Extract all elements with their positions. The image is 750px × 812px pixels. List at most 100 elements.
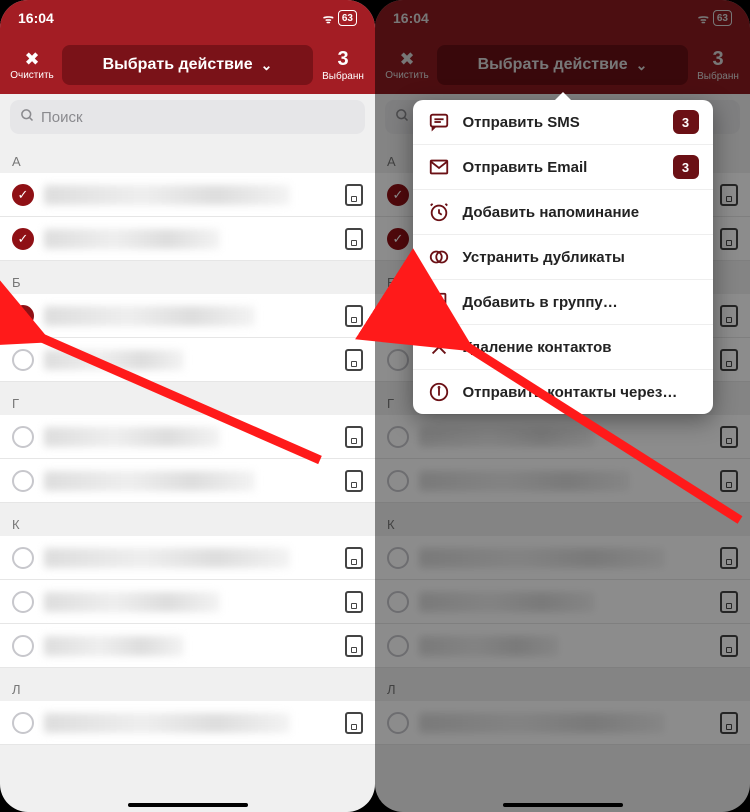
selected-label: Выбранн [322,71,364,82]
popup-item-label: Отправить контакты через… [463,384,699,401]
select-checkbox[interactable] [387,591,409,613]
phone-icon [720,635,738,657]
select-checkbox[interactable] [387,349,409,371]
selected-count-button[interactable]: 3 Выбранн [319,49,367,82]
phone-icon [720,591,738,613]
select-checkbox[interactable] [12,635,34,657]
phone-icon [345,712,363,734]
phone-icon [345,470,363,492]
select-checkbox[interactable] [12,470,34,492]
select-checkbox[interactable]: ✓ [387,228,409,250]
contact-name-blurred [419,592,595,612]
action-label: Выбрать действие [478,56,628,74]
select-checkbox[interactable]: ✓ [12,305,34,327]
contact-row[interactable] [0,701,375,745]
contact-row[interactable]: ✓ [0,294,375,338]
action-label: Выбрать действие [103,56,253,74]
phone-icon [345,547,363,569]
contact-row[interactable] [0,580,375,624]
contact-row[interactable] [375,459,750,503]
choose-action-button[interactable]: Выбрать действие ⌄ [437,45,688,85]
select-checkbox[interactable]: ✓ [387,305,409,327]
contact-name-blurred [419,471,630,491]
group-icon [427,290,451,314]
select-checkbox[interactable] [12,349,34,371]
contact-name-blurred [44,713,290,733]
contact-name-blurred [44,548,290,568]
select-checkbox[interactable] [387,470,409,492]
select-checkbox[interactable] [387,547,409,569]
contact-row[interactable] [375,580,750,624]
contact-row[interactable] [375,536,750,580]
popup-item-share[interactable]: Отправить контакты через… [413,370,713,414]
search-input[interactable]: Поиск [10,100,365,134]
contact-row[interactable] [0,415,375,459]
contact-name-blurred [44,592,220,612]
select-checkbox[interactable] [12,712,34,734]
close-icon: ✖ [24,50,39,68]
selected-label: Выбранн [697,71,739,82]
popup-item-label: Отправить Email [463,159,661,176]
status-time: 16:04 [393,10,429,26]
popup-item-email[interactable]: Отправить Email 3 [413,145,713,190]
contact-name-blurred [419,427,595,447]
status-right: ᯤ 63 [323,10,357,27]
phone-icon [345,184,363,206]
wifi-icon: ᯤ [698,10,709,27]
contact-row[interactable] [375,701,750,745]
phone-icon [345,228,363,250]
section-header: К [0,503,375,536]
popup-badge: 3 [673,155,699,179]
select-checkbox[interactable] [12,547,34,569]
status-right: ᯤ 63 [698,10,732,27]
chevron-down-icon: ⌄ [636,57,648,74]
contact-row[interactable] [0,459,375,503]
select-checkbox[interactable]: ✓ [387,184,409,206]
section-header: А [0,140,375,173]
contact-row[interactable]: ✓ [0,217,375,261]
section-header: Л [375,668,750,701]
contact-row[interactable]: ✓ [0,173,375,217]
phone-icon [345,635,363,657]
select-checkbox[interactable] [12,591,34,613]
contact-name-blurred [44,471,255,491]
contact-row[interactable] [0,624,375,668]
clear-button[interactable]: ✖ Очистить [383,50,431,81]
contact-name-blurred [419,713,665,733]
reminder-icon [427,200,451,224]
popup-item-sms[interactable]: Отправить SMS3 [413,100,713,145]
popup-item-delete[interactable]: Удаление контактов [413,325,713,370]
popup-item-dup[interactable]: Устранить дубликаты [413,235,713,280]
selected-count-button[interactable]: 3 Выбранн [694,49,742,82]
select-checkbox[interactable]: ✓ [12,184,34,206]
phone-icon [345,591,363,613]
status-time: 16:04 [18,10,54,26]
wifi-icon: ᯤ [323,10,334,27]
popup-item-label: Удаление контактов [463,339,699,356]
popup-item-label: Устранить дубликаты [463,249,699,266]
choose-action-button[interactable]: Выбрать действие ⌄ [62,45,313,85]
contact-row[interactable] [375,415,750,459]
sms-icon [427,110,451,134]
popup-item-group[interactable]: Добавить в группу… [413,280,713,325]
contact-name-blurred [44,427,220,447]
app-header: ✖ Очистить Выбрать действие ⌄ 3 Выбранн [375,36,750,94]
select-checkbox[interactable] [387,426,409,448]
delete-icon [427,335,451,359]
select-checkbox[interactable] [387,635,409,657]
popup-item-reminder[interactable]: Добавить напоминание [413,190,713,235]
select-checkbox[interactable] [387,712,409,734]
contact-row[interactable] [0,338,375,382]
search-icon [20,108,35,127]
select-checkbox[interactable] [12,426,34,448]
contact-row[interactable] [375,624,750,668]
contact-name-blurred [44,229,220,249]
clear-button[interactable]: ✖ Очистить [8,50,56,81]
section-header: Г [0,382,375,415]
home-indicator [503,803,623,807]
contact-row[interactable] [0,536,375,580]
contact-list[interactable]: А✓✓Б✓ГКЛ [0,140,375,745]
select-checkbox[interactable]: ✓ [12,228,34,250]
popup-item-label: Добавить в группу… [463,294,699,311]
phone-icon [345,305,363,327]
